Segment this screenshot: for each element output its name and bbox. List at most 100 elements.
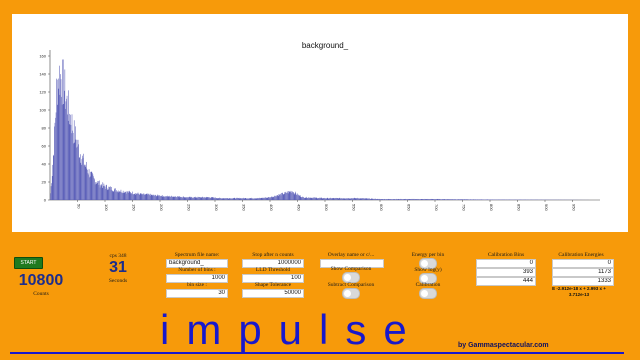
spectrum-bar	[196, 197, 197, 200]
x-tick-label: 900	[544, 204, 549, 211]
spectrum-bar	[166, 196, 167, 200]
spectrum-bar	[431, 198, 433, 200]
spectrum-bar	[425, 199, 427, 200]
spectrum-bar	[424, 198, 425, 200]
spectrum-bar	[298, 195, 300, 200]
spectrum-bar	[436, 198, 438, 200]
spectrum-bar	[89, 176, 91, 200]
spectrum-bar	[296, 194, 298, 200]
spectrum-bar	[449, 199, 450, 200]
spectrum-bar	[479, 199, 480, 200]
bin-size-field[interactable]: 30	[166, 289, 228, 298]
spectrum-bar	[389, 199, 391, 200]
calibration-energy-1-field[interactable]: 0	[552, 259, 614, 268]
spectrum-bar	[396, 199, 398, 200]
spectrum-bar	[378, 199, 379, 200]
spectrum-bar	[189, 197, 191, 200]
x-tick-label: 600	[379, 204, 384, 211]
spectrum-bar	[241, 198, 242, 200]
spectrum-bar	[265, 198, 267, 200]
spectrum-bar	[165, 196, 167, 200]
spectrum-bar	[471, 199, 472, 200]
spectrum-bar	[481, 199, 483, 200]
spectrum-bar	[224, 198, 225, 200]
spectrum-bar	[100, 184, 102, 200]
spectrum-bar	[324, 197, 325, 200]
spectrum-bar	[311, 197, 313, 200]
spectrum-bar	[186, 197, 187, 200]
spectrum-bar	[73, 143, 74, 200]
calibration-bin-3-field[interactable]: 444	[476, 277, 536, 286]
spectrum-bar	[449, 199, 451, 200]
spectrum-bar	[398, 198, 399, 200]
calibration-energy-3-field[interactable]: 1333	[552, 277, 614, 286]
spectrum-bar	[196, 197, 198, 200]
spectrum-bar	[412, 198, 414, 200]
spectrum-bar	[337, 198, 339, 200]
spectrum-bar	[111, 190, 113, 200]
spectrum-bar	[467, 199, 469, 200]
spectrum-bar	[407, 199, 408, 200]
spectrum-bar	[362, 198, 363, 200]
calibration-toggle[interactable]	[419, 288, 437, 299]
spectrum-bar	[230, 198, 231, 200]
spectrum-bar	[397, 199, 399, 200]
spectrum-bar	[356, 198, 358, 200]
spectrum-bar	[266, 197, 267, 200]
calibration-bin-1-field[interactable]: 0	[476, 259, 536, 268]
spectrum-bar	[215, 197, 216, 200]
y-tick-label: 160	[39, 54, 46, 59]
spectrum-bar	[258, 198, 259, 200]
calibration-energy-2-field[interactable]: 1173	[552, 268, 614, 277]
shape-tolerance-field[interactable]: 50000	[242, 289, 304, 298]
spectrum-bar	[347, 198, 348, 200]
start-button[interactable]: START	[14, 257, 43, 269]
x-tick-label: 350	[242, 204, 247, 211]
spectrum-bar	[238, 198, 239, 200]
spectrum-bar	[376, 198, 378, 200]
spectrum-bar	[295, 193, 297, 200]
spectrum-bar	[115, 191, 117, 200]
spectrum-bar	[114, 188, 116, 200]
spectrum-bar	[312, 198, 313, 200]
spectrum-bar	[473, 199, 475, 200]
spectrum-bar	[323, 197, 324, 200]
spectrum-bar	[95, 182, 96, 200]
spectrum-bar	[317, 198, 318, 200]
spectrum-bar	[116, 190, 117, 200]
spectrum-bar	[252, 198, 253, 200]
spectrum-bar	[413, 199, 414, 200]
spectrum-bar	[335, 198, 337, 200]
spectrum-bar	[88, 169, 90, 200]
spectrum-bar	[96, 183, 98, 200]
spectrum-bar	[319, 197, 320, 200]
spectrum-bar	[124, 192, 126, 200]
spectrum-bar	[354, 197, 355, 200]
spectrum-bar	[401, 198, 402, 200]
spectrum-bar	[241, 198, 243, 200]
spectrum-bar	[158, 195, 159, 200]
spectrum-bar	[403, 199, 404, 200]
spectrum-bar	[139, 194, 140, 200]
spectrum-bar	[423, 199, 425, 200]
spectrum-bar	[414, 198, 416, 200]
spectrum-bar	[445, 199, 447, 200]
spectrum-bar	[341, 198, 342, 200]
spectrum-bar	[131, 194, 133, 200]
spectrum-bar	[264, 197, 265, 200]
spectrum-bar	[460, 199, 462, 200]
spectrum-bar	[396, 198, 397, 200]
spectrum-bar	[260, 197, 262, 200]
spectrum-bar	[301, 197, 303, 200]
calibration-bin-2-field[interactable]: 393	[476, 268, 536, 277]
spectrum-bar	[137, 192, 139, 200]
spectrum-bar	[367, 198, 369, 200]
spectrum-bar	[304, 197, 305, 200]
spectrum-bar	[456, 199, 458, 200]
x-tick-label: 50	[77, 204, 82, 209]
subtract-comparison-toggle[interactable]	[342, 288, 360, 299]
spectrum-bar	[187, 197, 189, 200]
spectrum-bar	[457, 199, 459, 200]
spectrum-bar	[97, 182, 98, 200]
spectrum-bar	[177, 196, 179, 200]
